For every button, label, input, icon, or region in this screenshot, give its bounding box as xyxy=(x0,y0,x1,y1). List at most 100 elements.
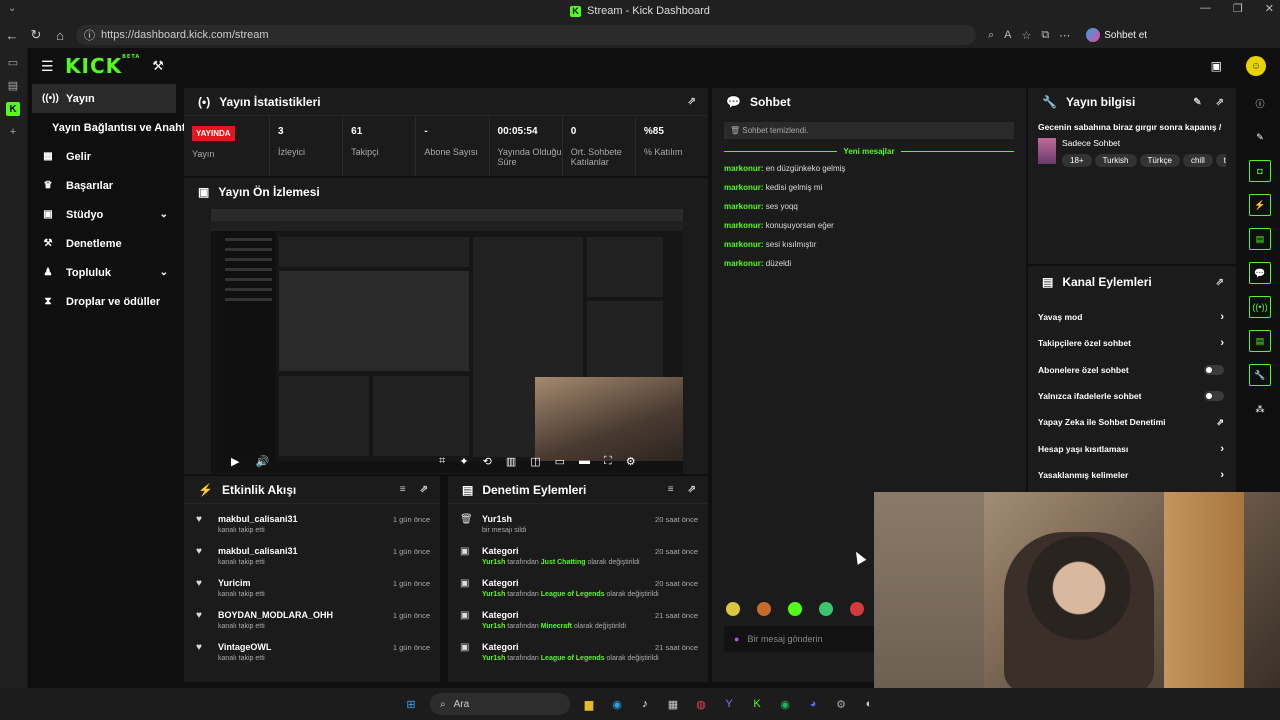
category-name[interactable]: Sadece Sohbet xyxy=(1062,138,1226,148)
stats-icon[interactable]: ▥ xyxy=(506,455,516,468)
clip-icon[interactable]: ⌗ xyxy=(439,455,445,468)
sidebar-item-gelir[interactable]: ▦ Gelir xyxy=(28,142,180,171)
subscribers-only-toggle[interactable] xyxy=(1204,364,1224,375)
menu-icon[interactable]: ☰ xyxy=(41,58,54,75)
sidebar-item-stream-key[interactable]: Yayın Bağlantısı ve Anahtarı xyxy=(28,113,199,142)
sidebar-item-studyo[interactable]: ▣ Stüdyo ⌄ xyxy=(28,200,180,229)
kick-tab-icon[interactable]: K xyxy=(6,102,20,116)
broadcast-icon[interactable]: ((•)) xyxy=(1249,296,1271,318)
mod-user[interactable]: Yur1sh xyxy=(482,591,505,598)
filter-icon[interactable]: ≡ xyxy=(668,484,674,495)
tag[interactable]: 18+ xyxy=(1062,154,1092,167)
tag[interactable]: türk xyxy=(1215,154,1226,167)
chat-username[interactable]: markonur xyxy=(724,164,761,173)
category-thumbnail[interactable] xyxy=(1038,138,1056,164)
add-icon[interactable]: + xyxy=(10,126,16,138)
chrome-icon[interactable]: ◍ xyxy=(692,695,710,713)
action-banned-words[interactable]: Yasaklanmış kelimeler › xyxy=(1028,462,1236,488)
sparkle-icon[interactable]: ✦ xyxy=(459,455,468,468)
action-followers-only[interactable]: Takipçilere özel sohbet › xyxy=(1028,330,1236,356)
spotify-icon[interactable]: ◉ xyxy=(776,695,794,713)
windows-start-icon[interactable]: ⊞ xyxy=(402,695,420,713)
cast-icon[interactable]: ▭ xyxy=(555,455,565,468)
chat-username[interactable]: markonur xyxy=(724,183,761,192)
url-field[interactable]: ⓘ https://dashboard.kick.com/stream xyxy=(76,25,976,45)
actions-icon[interactable]: ▤ xyxy=(1249,330,1271,352)
copilot-button[interactable]: Sohbet et xyxy=(1086,28,1147,42)
edge-icon[interactable]: ◉ xyxy=(608,695,626,713)
favorite-icon[interactable]: ☆ xyxy=(1022,29,1032,42)
mod-category[interactable]: Just Chatting xyxy=(541,559,586,566)
action-slow-mode[interactable]: Yavaş mod › xyxy=(1028,304,1236,330)
chat-icon[interactable]: 💬 xyxy=(1249,262,1271,284)
avatar[interactable]: ☺ xyxy=(1246,56,1266,76)
chat-username[interactable]: markonur xyxy=(724,221,761,230)
tiktok-icon[interactable]: ♪ xyxy=(636,695,654,713)
popout-icon[interactable]: ⇗ xyxy=(688,96,696,107)
sidebar-item-yayin[interactable]: ((•)) Yayın xyxy=(32,84,176,113)
emote-icon[interactable] xyxy=(788,602,802,616)
home-icon[interactable]: ⌂ xyxy=(48,28,72,43)
file-explorer-icon[interactable]: ▆ xyxy=(580,695,598,713)
sidebar-item-topluluk[interactable]: ♟ Topluluk ⌄ xyxy=(28,258,180,287)
sidebar-item-droplar[interactable]: ⧗ Droplar ve ödüller xyxy=(28,287,180,316)
popout-icon[interactable]: ⇗ xyxy=(420,484,428,495)
mod-category[interactable]: Minecraft xyxy=(541,623,572,630)
more-icon[interactable]: ⋯ xyxy=(1059,29,1070,42)
tag[interactable]: Turkish xyxy=(1094,154,1137,167)
discord-icon[interactable]: ◕ xyxy=(804,695,822,713)
info-icon[interactable]: ⓘ xyxy=(1249,92,1271,114)
extensions-icon[interactable]: ⧉ xyxy=(1041,29,1049,42)
store-icon[interactable]: ▦ xyxy=(664,695,682,713)
settings-icon[interactable]: ⚙ xyxy=(626,455,636,468)
activity-user[interactable]: VintageOWL xyxy=(218,642,271,652)
mod-user[interactable]: Yur1sh xyxy=(482,623,505,630)
sidebar-item-denetleme[interactable]: ⚒ Denetleme xyxy=(28,229,180,258)
mod-user[interactable]: Yur1sh xyxy=(482,559,505,566)
activity-user[interactable]: makbul_calisani31 xyxy=(218,514,298,524)
read-aloud-icon[interactable]: A xyxy=(1004,29,1011,41)
popout-icon[interactable]: ⇗ xyxy=(1216,277,1224,288)
screenshot-icon[interactable]: ◘ xyxy=(1249,160,1271,182)
maximize-icon[interactable]: ❐ xyxy=(1233,2,1243,15)
mod-category[interactable]: League of Legends xyxy=(541,591,605,598)
emotes-only-toggle[interactable] xyxy=(1204,391,1224,402)
rewind-icon[interactable]: ⟲ xyxy=(483,455,492,468)
chat-username[interactable]: markonur xyxy=(724,240,761,249)
clipboard-icon[interactable]: ▤ xyxy=(1249,228,1271,250)
mod-user[interactable]: Yur1sh xyxy=(482,655,505,662)
kick-app-icon[interactable]: K xyxy=(748,695,766,713)
collections-icon[interactable]: ▤ xyxy=(8,79,18,92)
edit-icon[interactable]: ✎ xyxy=(1249,126,1271,148)
emote-icon[interactable] xyxy=(850,602,864,616)
action-account-age[interactable]: Hesap yaşı kısıtlaması › xyxy=(1028,435,1236,461)
popout-icon[interactable]: ⇗ xyxy=(688,484,696,495)
activity-user[interactable]: BOYDAN_MODLARA_OHH xyxy=(218,610,333,620)
minimize-icon[interactable]: — xyxy=(1200,2,1211,15)
action-ai-moderation[interactable]: Yapay Zeka ile Sohbet Denetimi ⇗ xyxy=(1028,409,1236,435)
fullscreen-icon[interactable]: ⛶ xyxy=(604,455,612,468)
tag[interactable]: Türkçe xyxy=(1139,154,1180,167)
activity-user[interactable]: makbul_calisani31 xyxy=(218,546,298,556)
lightning-icon[interactable]: ⚡ xyxy=(1249,194,1271,216)
theater-mode-icon[interactable]: ▣ xyxy=(1211,59,1222,73)
settings-icon[interactable]: ⚙ xyxy=(832,695,850,713)
chat-username[interactable]: markonur xyxy=(724,259,761,268)
taskbar-search[interactable]: ⌕ Ara xyxy=(430,693,570,715)
chevron-down-icon[interactable]: ⌄ xyxy=(8,3,16,14)
kick-logo[interactable]: KICKBETA xyxy=(65,54,140,78)
emote-icon[interactable] xyxy=(726,602,740,616)
play-icon[interactable]: ▶ xyxy=(231,455,239,468)
popout-icon[interactable]: ⇗ xyxy=(1216,97,1224,108)
refresh-icon[interactable]: ↻ xyxy=(24,27,48,43)
filter-icon[interactable]: ≡ xyxy=(400,484,406,495)
pip-icon[interactable]: ◫ xyxy=(530,455,540,468)
chat-username[interactable]: markonur xyxy=(724,202,761,211)
stream-video[interactable]: ▶ 🔊 ⌗ ✦ ⟲ ▥ ◫ ▭ ▬ ⛶ ⚙ xyxy=(211,209,683,473)
hammer-icon[interactable]: ⚒ xyxy=(152,58,164,74)
yahoo-icon[interactable]: Y xyxy=(720,695,738,713)
mod-category[interactable]: League of Legends xyxy=(541,655,605,662)
close-icon[interactable]: ✕ xyxy=(1265,2,1274,15)
add-widget-icon[interactable]: ⁂ xyxy=(1249,398,1271,420)
tag[interactable]: chill xyxy=(1182,154,1213,167)
